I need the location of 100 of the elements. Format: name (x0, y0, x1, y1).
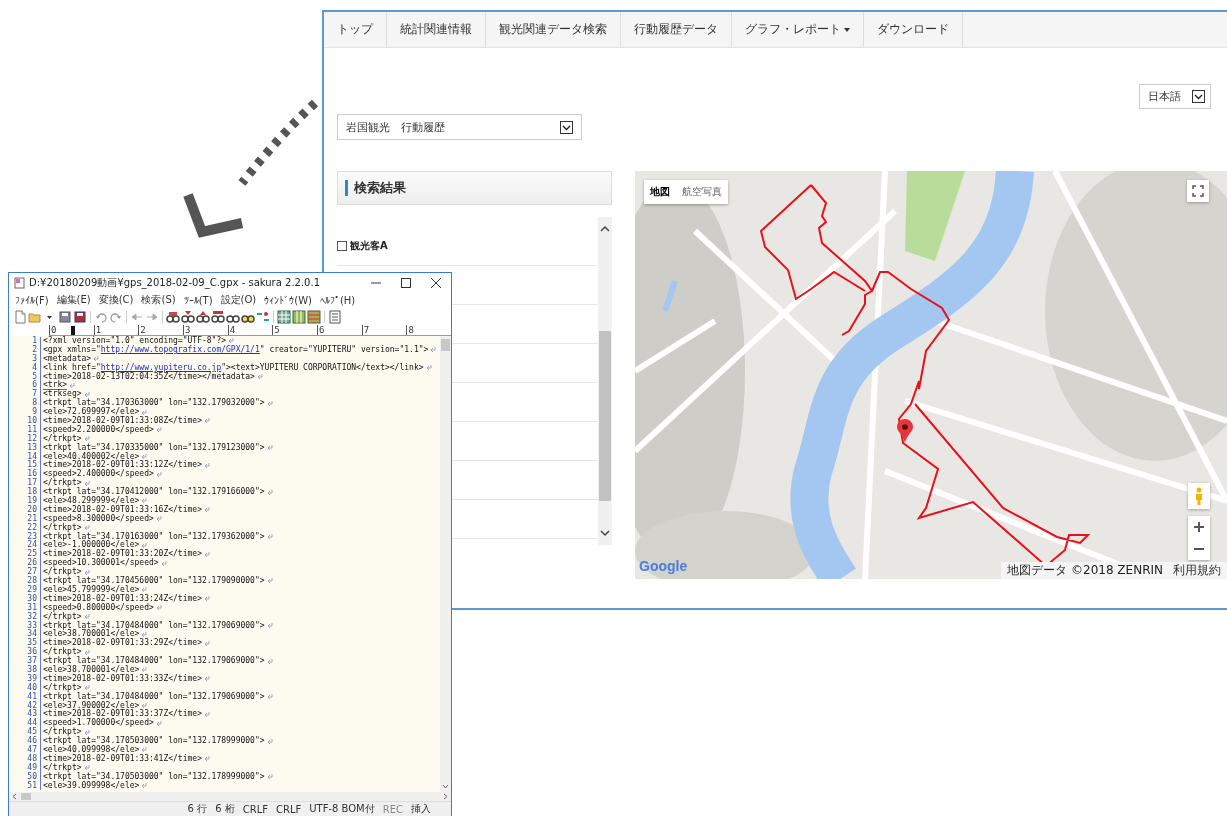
line-break-icon (141, 782, 148, 789)
line-break-icon (155, 427, 162, 434)
code-line: <trkpt lat="34.170484000" lon="132.179069000"> (43, 692, 265, 702)
map-type-tab[interactable]: 地図 (644, 180, 676, 204)
menu-item[interactable]: ﾂｰﾙ(T) (183, 294, 213, 306)
save-all-icon[interactable] (73, 309, 87, 324)
line-break-icon (266, 534, 273, 541)
code-line: <?xml version="1.0" encoding="UTF-8"?> (43, 337, 227, 346)
code-line: <trkpt lat="34.170484000" lon="132.179069000"> (43, 657, 265, 666)
line-number: 30 (9, 594, 41, 604)
line-break-icon (83, 569, 90, 576)
line-number: 29 (9, 585, 41, 595)
line-break-icon (430, 347, 437, 354)
code-line: <speed>1.700000</speed> (43, 719, 154, 728)
code-line: <trkpt lat="34.170503000" lon="132.178999000"> (43, 772, 265, 782)
menu-item[interactable]: ﾍﾙﾌﾟ(H) (319, 294, 356, 306)
code-line: <speed>10.300001</speed> (43, 559, 159, 568)
line-break-icon (83, 391, 90, 398)
line-number: 19 (9, 497, 41, 506)
scrollbar-thumb[interactable] (21, 793, 31, 800)
scroll-up-icon (600, 225, 610, 232)
line-number: 47 (9, 745, 41, 755)
line-break-icon (266, 400, 273, 407)
line-break-icon (203, 676, 210, 683)
binoculars-icon[interactable] (196, 309, 210, 324)
scrollbar[interactable] (598, 217, 612, 545)
scrollbar-thumb[interactable] (599, 331, 611, 501)
line-break-icon (203, 640, 210, 647)
line-break-icon (266, 622, 273, 629)
line-number: 22 (9, 523, 41, 533)
line-number: 3 (9, 354, 41, 364)
terms-link[interactable]: 利用規約 (1173, 562, 1221, 579)
status-text: CRLF (242, 803, 268, 815)
horizontal-scrollbar[interactable] (9, 792, 451, 801)
scrollbar[interactable] (440, 336, 451, 792)
fullscreen-button[interactable] (1187, 180, 1209, 202)
line-number: 31 (9, 603, 41, 613)
menu-item[interactable]: ｳｨﾝﾄﾞｳ(W) (264, 294, 312, 306)
code-line: <ele>38.700001</ele> (43, 665, 140, 674)
zoom-in-button[interactable] (1188, 516, 1210, 538)
binoculars-icon[interactable] (166, 309, 180, 324)
line-break-icon (203, 462, 210, 469)
line-number: 21 (9, 514, 41, 524)
code-line: <time>2018-02-09T01:33:29Z</time> (43, 639, 202, 648)
code-line: <ele>-1.000000</ele> (43, 541, 140, 550)
menu-item[interactable]: 検索(S) (141, 293, 176, 307)
status-text: CRLF (275, 803, 302, 815)
save-icon[interactable] (58, 309, 72, 324)
result-item[interactable]: 観光客A (337, 239, 388, 253)
line-break-icon (266, 658, 273, 665)
code-line: <trkpt lat="34.170456000" lon="132.179090000"> (43, 577, 265, 586)
url-link[interactable]: http://www.topografix.com/GPX/1/1 (100, 344, 260, 354)
line-number: 40 (9, 683, 41, 693)
line-break-icon (141, 587, 148, 594)
zoom-out-button[interactable] (1188, 538, 1210, 560)
line-break-icon (155, 471, 162, 478)
line-break-icon (141, 667, 148, 674)
menu-item[interactable]: 編集(E) (56, 293, 91, 307)
nav-link[interactable]: 統計関連情報 (387, 12, 486, 47)
nav-link[interactable]: ダウンロード (864, 12, 963, 47)
map-type-tab[interactable]: 航空写真 (676, 180, 728, 204)
line-number: 2 (9, 345, 41, 355)
url-link[interactable]: http://www.yupiteru.co.jp (100, 362, 222, 372)
line-break-icon (203, 596, 210, 603)
code-line: <time>2018-02-09T01:33:16Z</time> (43, 505, 202, 514)
binoculars-icon[interactable] (211, 309, 225, 324)
checkbox[interactable] (337, 241, 347, 251)
code-line: <ele>40.400002</ele> (43, 452, 140, 461)
line-number: 48 (9, 754, 41, 764)
language-select[interactable]: 日本語 (1139, 84, 1211, 109)
line-break-icon (83, 614, 90, 621)
binoculars-icon[interactable] (181, 309, 195, 324)
menu-item[interactable]: 変換(C) (98, 293, 134, 307)
scrollbar-thumb[interactable] (441, 339, 450, 351)
line-break-icon (141, 409, 148, 416)
menu-item[interactable]: ﾌｧｲﾙ(F) (15, 294, 49, 306)
code-line: <time>2018-02-09T01:33:41Z</time> (43, 754, 202, 763)
grid-icon[interactable] (292, 309, 306, 324)
nav-link[interactable]: 観光関連データ検索 (486, 12, 621, 47)
line-break-icon (141, 498, 148, 505)
menu-item[interactable]: 設定(O) (220, 293, 257, 307)
nav-link[interactable]: 行動履歴データ (621, 12, 732, 47)
dataset-select[interactable]: 岩国観光 行動履歴 (337, 114, 582, 140)
code-line: </trkpt> (43, 648, 82, 657)
line-break-icon (93, 356, 100, 363)
code-line: </trkpt> (43, 568, 82, 577)
new-file-icon[interactable] (13, 309, 27, 324)
plus-icon (1194, 522, 1204, 532)
document-list-icon[interactable] (328, 309, 342, 324)
code-line: <trkseg> (43, 390, 82, 399)
grid-icon[interactable] (307, 309, 321, 324)
grid-icon[interactable] (277, 309, 291, 324)
code-line: </trkpt> (43, 434, 82, 444)
line-break-icon (203, 711, 210, 718)
nav-link[interactable]: トップ (324, 12, 387, 47)
ruler-number: 2 (138, 325, 183, 335)
code-line: <time>2018-02-09T01:33:37Z</time> (43, 710, 202, 719)
nav-link[interactable]: グラフ・レポート (732, 12, 864, 47)
code-line: <time>2018-02-09T01:33:20Z</time> (43, 550, 202, 559)
code-line: <time>2018-02-09T01:33:12Z</time> (43, 461, 202, 470)
